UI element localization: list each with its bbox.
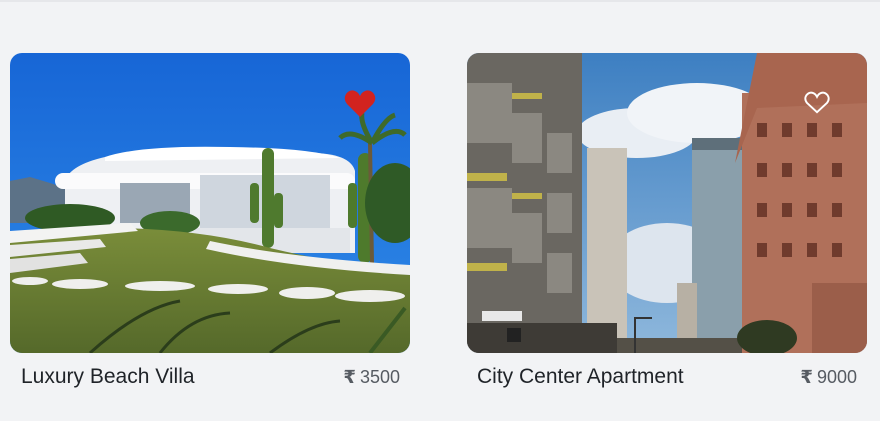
listing-card-luxury-beach-villa[interactable]: Luxury Beach Villa ₹3500 [10,53,410,413]
price-value: 9000 [816,367,857,387]
price-value: 3500 [359,367,400,387]
listing-meta: City Center Apartment ₹9000 [467,353,867,413]
listing-price: ₹9000 [800,367,857,388]
rupee-icon: ₹ [343,367,356,387]
listing-photo[interactable] [10,53,410,353]
listing-meta: Luxury Beach Villa ₹3500 [10,353,410,413]
rupee-icon: ₹ [800,367,813,387]
favorite-heart-outline-icon[interactable] [804,91,838,121]
listing-title[interactable]: Luxury Beach Villa [21,365,195,389]
listing-title[interactable]: City Center Apartment [477,365,684,389]
top-divider [0,0,880,2]
listing-card-city-center-apartment[interactable]: City Center Apartment ₹9000 [467,53,867,413]
favorite-heart-icon[interactable] [343,89,377,119]
listing-price: ₹3500 [343,367,400,388]
listing-photo[interactable] [467,53,867,353]
